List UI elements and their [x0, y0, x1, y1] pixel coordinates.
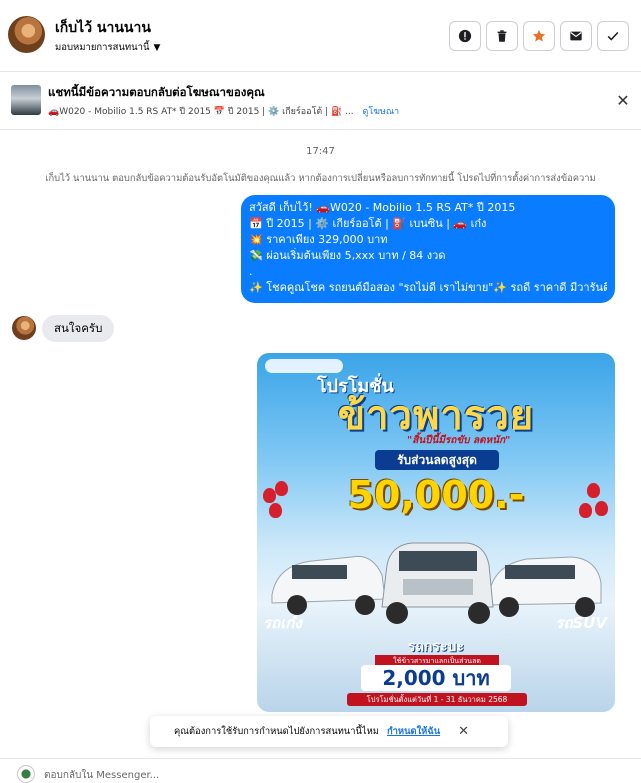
- promo-amount-secondary: 2,000 บาท: [361, 665, 511, 691]
- outgoing-line: 📅 ปี 2015 | ⚙️ เกียร์ออโต้ | ⛽ เบนซิน | …: [249, 217, 487, 230]
- promo-image[interactable]: โปรโมชั่น ข้าวพารวย "สิ้นปีนี้มีรถขับ ลด…: [257, 353, 615, 712]
- assign-to-me-link[interactable]: กำหนดให้ฉัน: [387, 724, 440, 739]
- mark-spam-button[interactable]: [449, 21, 481, 51]
- ad-banner-subtitle: 🚗W020 - Mobilio 1.5 RS AT* ปี 2015 📅 ปี …: [48, 104, 399, 118]
- assign-label: มอบหมายการสนทนานี้: [55, 42, 150, 53]
- view-ad-link[interactable]: ดูโฆษณา: [363, 107, 400, 117]
- mark-unread-button[interactable]: [560, 21, 592, 51]
- promo-label-sedan: รถเก๋ง: [263, 614, 302, 632]
- cars-illustration: [271, 542, 602, 624]
- assign-toast: คุณต้องการใช้รับการกำหนดไปยังการสนทนานี้…: [150, 716, 508, 747]
- caret-down-icon: ▼: [153, 42, 161, 53]
- outgoing-line: สวัสดี เก็บไว้! 🚗W020 - Mobilio 1.5 RS A…: [249, 201, 516, 214]
- outgoing-line: 💸 ผ่อนเริ่มต้นเพียง 5,xxx บาท / 84 งวด: [249, 249, 446, 262]
- assign-toast-text: คุณต้องการใช้รับการกำหนดไปยังการสนทนานี้…: [174, 726, 379, 737]
- close-icon[interactable]: ✕: [458, 724, 469, 739]
- promo-tagline: "สิ้นปีนี้มีรถขับ ลดหนัก": [407, 435, 511, 446]
- check-icon: [607, 31, 619, 41]
- ad-banner-title: แชทนี้มีข้อความตอบกลับต่อโฆษณาของคุณ: [48, 85, 265, 99]
- star-button[interactable]: [523, 21, 555, 51]
- sender-avatar[interactable]: [12, 316, 36, 340]
- outgoing-line: 💥 ราคาเพียง 329,000 บาท: [249, 233, 388, 246]
- envelope-icon: [570, 31, 582, 41]
- outgoing-line: ✨ โชคคูณโชค รถยนต์มือสอง "รถไม่ดี เราไม่…: [249, 281, 607, 294]
- contact-name[interactable]: เก็บไว้ นานนาน: [55, 17, 151, 39]
- balloon-icon: [587, 483, 600, 498]
- reply-input-placeholder[interactable]: ตอบกลับใน Messenger...: [44, 768, 159, 783]
- message-timestamp: 17:47: [306, 146, 335, 157]
- system-message: เก็บไว้ นานนาน ตอบกลับข้อความต้อนรับอัตโ…: [45, 173, 596, 184]
- reply-composer[interactable]: ตอบกลับใน Messenger...: [0, 758, 641, 783]
- balloon-icon: [269, 503, 282, 518]
- delete-button[interactable]: [486, 21, 518, 51]
- star-icon: [532, 29, 546, 42]
- promo-ribbon: รับส่วนลดสูงสุด: [375, 450, 499, 470]
- conversation-header: เก็บไว้ นานนาน มอบหมายการสนทนานี้ ▼: [0, 0, 641, 72]
- promo-label-suv: รถSUV: [555, 614, 607, 632]
- outgoing-message-bubble[interactable]: สวัสดี เก็บไว้! 🚗W020 - Mobilio 1.5 RS A…: [241, 195, 615, 303]
- promo-amount: 50,000.-: [347, 473, 525, 517]
- ad-subtitle-text: 🚗W020 - Mobilio 1.5 RS AT* ปี 2015 📅 ปี …: [48, 107, 354, 117]
- promo-date: โปรโมชั่นตั้งแต่วันที่ 1 - 31 ธันวาคม 25…: [347, 693, 527, 706]
- close-icon[interactable]: ✕: [615, 91, 631, 110]
- header-actions: [449, 21, 629, 51]
- outgoing-line: .: [249, 265, 253, 278]
- done-button[interactable]: [597, 21, 629, 51]
- ad-thumbnail[interactable]: [11, 85, 41, 115]
- balloon-icon: [263, 488, 276, 503]
- contact-avatar[interactable]: [8, 16, 45, 53]
- balloon-icon: [275, 481, 288, 496]
- trash-icon: [497, 30, 507, 42]
- assign-dropdown[interactable]: มอบหมายการสนทนานี้ ▼: [55, 40, 160, 55]
- page-avatar-icon: [17, 765, 35, 783]
- balloon-icon: [595, 501, 608, 516]
- alert-icon: [458, 29, 472, 43]
- ad-reply-banner: แชทนี้มีข้อความตอบกลับต่อโฆษณาของคุณ 🚗W0…: [0, 72, 641, 130]
- balloon-icon: [579, 503, 592, 518]
- incoming-message-bubble[interactable]: สนใจครับ: [42, 315, 115, 342]
